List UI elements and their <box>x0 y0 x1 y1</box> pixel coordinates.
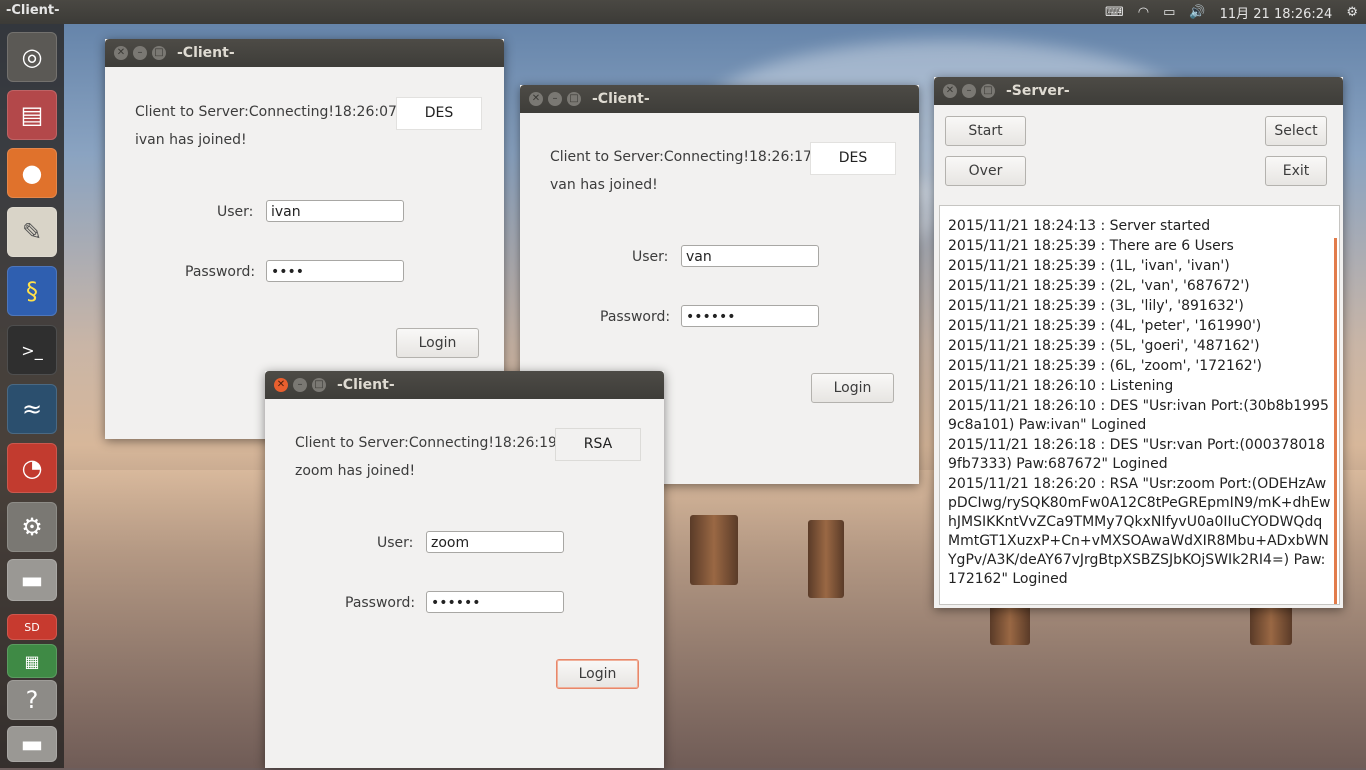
log-line: 2015/11/21 18:25:39 : There are 6 Users <box>948 238 1234 254</box>
firefox-icon[interactable]: ● <box>7 148 57 198</box>
window-titlebar[interactable]: ✕ – □ -Server- <box>934 77 1343 105</box>
window-title: -Client- <box>592 91 650 107</box>
user-label: User: <box>377 535 414 551</box>
system-tray: ⌨ ◠ ▭ 🔊 11月 21 18:26:24 ⚙ <box>1105 3 1358 22</box>
maximize-icon[interactable]: □ <box>152 46 166 60</box>
close-icon[interactable]: ✕ <box>274 378 288 392</box>
user-label: User: <box>632 249 669 265</box>
connection-status: Client to Server:Connecting!18:26:07 <box>135 104 397 120</box>
log-line: 2015/11/21 18:26:10 : DES "Usr:ivan Port… <box>948 398 1329 433</box>
minimize-icon[interactable]: – <box>293 378 307 392</box>
clock[interactable]: 11月 21 18:26:24 <box>1220 3 1333 22</box>
select-button[interactable]: Select <box>1265 116 1327 146</box>
password-input[interactable]: •••••• <box>426 591 564 613</box>
ubuntu-dash-icon[interactable]: ◎ <box>7 32 57 82</box>
server-log[interactable]: 2015/11/21 18:24:13 : Server started 201… <box>939 205 1340 605</box>
launcher: ◎ ▤ ● ✎ § >_ ≈ ◔ ⚙ ▬ SD ▦ ? ▬ <box>0 24 64 768</box>
log-line: 2015/11/21 18:25:39 : (6L, 'zoom', '1721… <box>948 358 1263 374</box>
log-line: 2015/11/21 18:24:13 : Server started <box>948 218 1211 234</box>
password-label: Password: <box>345 595 416 611</box>
wifi-icon[interactable]: ◠ <box>1138 5 1149 20</box>
window-titlebar[interactable]: ✕ – □ -Client- <box>520 85 919 113</box>
wooden-post <box>990 605 1030 645</box>
scrollbar[interactable] <box>1334 238 1337 604</box>
maximize-icon[interactable]: □ <box>981 84 995 98</box>
volume-icon[interactable]: 🔊 <box>1189 5 1205 20</box>
spreadsheet-icon[interactable]: ▦ <box>7 644 57 678</box>
minimize-icon[interactable]: – <box>548 92 562 106</box>
window-titlebar[interactable]: ✕ – □ -Client- <box>105 39 504 67</box>
client-window-zoom: ✕ – □ -Client- Client to Server:Connecti… <box>265 371 664 768</box>
log-line: 2015/11/21 18:25:39 : (2L, 'van', '68767… <box>948 278 1250 294</box>
cipher-label: RSA <box>555 428 641 461</box>
password-label: Password: <box>185 264 256 280</box>
window-title: -Client- <box>337 377 395 393</box>
log-line: 2015/11/21 18:26:10 : Listening <box>948 378 1174 394</box>
log-line: 2015/11/21 18:25:39 : (5L, 'goeri', '487… <box>948 338 1260 354</box>
join-status: van has joined! <box>550 177 658 193</box>
login-button[interactable]: Login <box>396 328 479 358</box>
python-idle-icon[interactable]: § <box>7 266 57 316</box>
maximize-icon[interactable]: □ <box>567 92 581 106</box>
join-status: zoom has joined! <box>295 463 416 479</box>
password-input[interactable]: •••• <box>266 260 404 282</box>
exit-button[interactable]: Exit <box>1265 156 1327 186</box>
keyboard-icon[interactable]: ⌨ <box>1105 5 1124 20</box>
wooden-post <box>1250 605 1292 645</box>
user-input[interactable]: zoom <box>426 531 564 553</box>
mysql-workbench-icon[interactable]: ≈ <box>7 384 57 434</box>
over-button[interactable]: Over <box>945 156 1026 186</box>
window-titlebar[interactable]: ✕ – □ -Client- <box>265 371 664 399</box>
cipher-label: DES <box>810 142 896 175</box>
help-icon[interactable]: ? <box>7 680 57 720</box>
password-input[interactable]: •••••• <box>681 305 819 327</box>
disk-drive-icon[interactable]: ▬ <box>7 559 57 601</box>
connection-status: Client to Server:Connecting!18:26:19 <box>295 435 557 451</box>
sd-card-label: SD <box>24 620 40 634</box>
connection-status: Client to Server:Connecting!18:26:17 <box>550 149 812 165</box>
top-panel: -Client- ⌨ ◠ ▭ 🔊 11月 21 18:26:24 ⚙ <box>0 0 1366 24</box>
user-input[interactable]: van <box>681 245 819 267</box>
close-icon[interactable]: ✕ <box>943 84 957 98</box>
window-title: -Client- <box>177 45 235 61</box>
system-settings-icon[interactable]: ⚙ <box>7 502 57 552</box>
log-line: 2015/11/21 18:25:39 : (4L, 'peter', '161… <box>948 318 1262 334</box>
maximize-icon[interactable]: □ <box>312 378 326 392</box>
window-title: -Server- <box>1006 83 1070 99</box>
join-status: ivan has joined! <box>135 132 247 148</box>
user-label: User: <box>217 204 254 220</box>
battery-icon[interactable]: ▭ <box>1163 5 1175 20</box>
removable-drive-icon[interactable]: ▬ <box>7 726 57 762</box>
login-button[interactable]: Login <box>811 373 894 403</box>
log-line: 2015/11/21 18:26:18 : DES "Usr:van Port:… <box>948 437 1326 472</box>
minimize-icon[interactable]: – <box>133 46 147 60</box>
log-line: 2015/11/21 18:25:39 : (1L, 'ivan', 'ivan… <box>948 258 1230 274</box>
text-editor-icon[interactable]: ✎ <box>7 207 57 257</box>
wooden-post <box>808 520 844 598</box>
gear-icon[interactable]: ⚙ <box>1346 5 1358 20</box>
log-list: 2015/11/21 18:24:13 : Server started 201… <box>940 206 1339 589</box>
log-line: 2015/11/21 18:25:39 : (3L, 'lily', '8916… <box>948 298 1244 314</box>
log-line: 2015/11/21 18:26:20 : RSA "Usr:zoom Port… <box>948 476 1331 587</box>
cipher-label: DES <box>396 97 482 130</box>
close-icon[interactable]: ✕ <box>114 46 128 60</box>
start-button[interactable]: Start <box>945 116 1026 146</box>
chart-app-icon[interactable]: ◔ <box>7 443 57 493</box>
terminal-icon[interactable]: >_ <box>7 325 57 375</box>
active-app-title: -Client- <box>6 3 60 18</box>
login-button[interactable]: Login <box>556 659 639 689</box>
file-manager-icon[interactable]: ▤ <box>7 90 57 140</box>
user-input[interactable]: ivan <box>266 200 404 222</box>
server-window: ✕ – □ -Server- Start Select Over Exit 20… <box>934 77 1343 608</box>
sd-card-icon[interactable]: SD <box>7 614 57 640</box>
wooden-post <box>690 515 738 585</box>
close-icon[interactable]: ✕ <box>529 92 543 106</box>
password-label: Password: <box>600 309 671 325</box>
minimize-icon[interactable]: – <box>962 84 976 98</box>
